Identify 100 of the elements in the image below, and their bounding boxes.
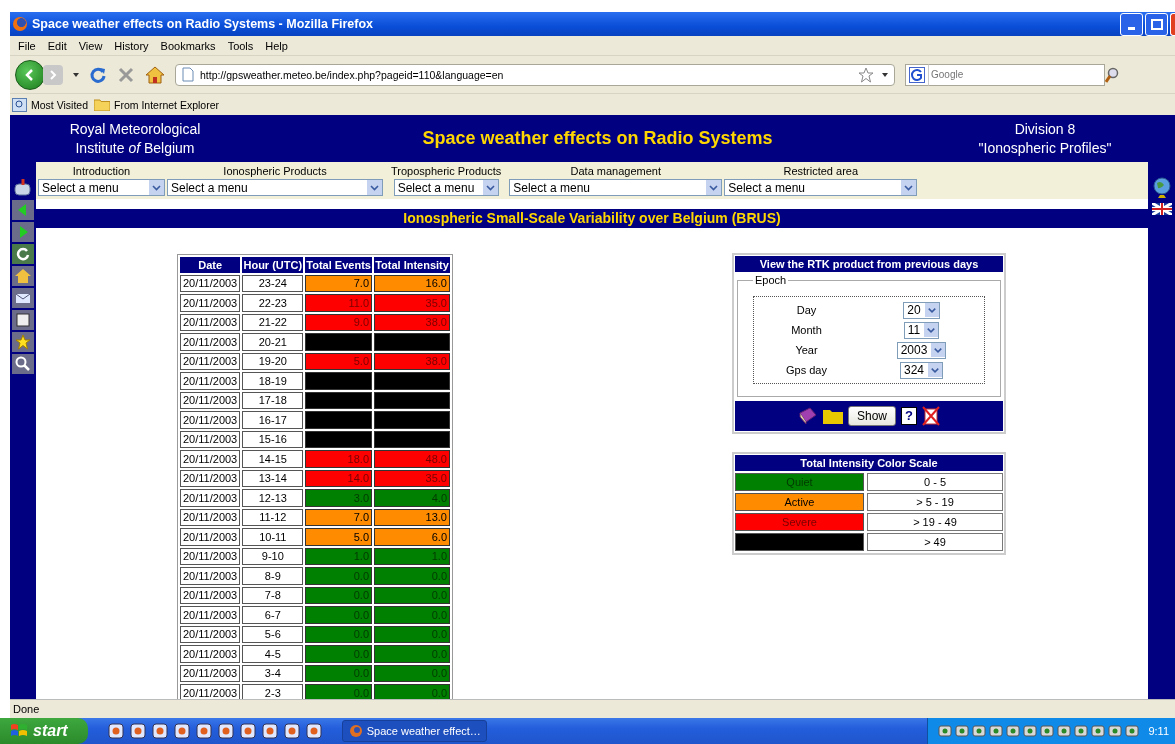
menu-item[interactable]: File xyxy=(12,39,42,52)
column-header: Hour (UTC) xyxy=(242,257,304,273)
menu-label: Restricted area xyxy=(783,164,859,179)
table-cell: 7.0 xyxy=(305,508,372,526)
table-cell: 10-11 xyxy=(242,528,304,546)
search-engine-button[interactable] xyxy=(905,63,929,86)
table-cell: 0.0 xyxy=(374,625,450,643)
address-bar[interactable]: http://gpsweather.meteo.be/index.php?pageid=110&language=en xyxy=(175,63,895,86)
select-field[interactable]: 20 xyxy=(903,301,940,319)
panel-title: View the RTK product from previous days xyxy=(735,256,1003,272)
flag-icon[interactable] xyxy=(1151,203,1172,215)
status-text: Done xyxy=(13,703,40,715)
help-button[interactable]: ? xyxy=(901,407,917,425)
reload-icon[interactable] xyxy=(89,65,107,84)
restore-button[interactable] xyxy=(1145,12,1168,36)
caret-icon xyxy=(924,303,939,317)
division-label: Division 8 xyxy=(1014,119,1076,139)
windows-logo-icon xyxy=(10,723,28,739)
caret-icon xyxy=(367,180,382,195)
dropdown-caret-icon[interactable] xyxy=(73,72,79,77)
menu-item[interactable]: Edit xyxy=(41,39,73,52)
color-swatch: Active xyxy=(735,493,864,511)
clock: 9:11 xyxy=(1148,725,1169,737)
menu-dropdown[interactable]: Select a menu xyxy=(167,179,383,196)
star-icon[interactable] xyxy=(12,332,34,352)
menu-item[interactable]: History xyxy=(108,39,155,52)
menu-dropdown[interactable]: Select a menu xyxy=(38,179,165,196)
caret-icon xyxy=(482,180,498,195)
column-header: Total Intensity xyxy=(374,257,450,273)
table-cell: 0.0 xyxy=(374,645,450,663)
home-icon[interactable] xyxy=(12,266,34,286)
show-button[interactable]: Show xyxy=(848,406,896,426)
range-cell: > 49 xyxy=(867,533,1003,551)
table-cell: 7.0 xyxy=(305,274,372,292)
table-cell: 16-17 xyxy=(242,411,304,429)
menu-item[interactable]: Help xyxy=(259,39,294,52)
range-cell: 0 - 5 xyxy=(867,473,1003,491)
refresh-icon[interactable] xyxy=(12,244,34,264)
table-cell: 35.0 xyxy=(374,469,450,487)
menu-dropdown[interactable]: Select a menu xyxy=(509,179,723,196)
menu-item[interactable]: View xyxy=(72,39,109,52)
start-button[interactable]: start xyxy=(0,718,88,744)
table-cell: 5.0 xyxy=(305,528,372,546)
table-cell: 22-23 xyxy=(242,294,304,312)
column-header: Total Events xyxy=(305,257,372,273)
book-icon[interactable] xyxy=(798,407,818,425)
field-label: Gps day xyxy=(785,364,828,376)
dropdown-caret-icon[interactable] xyxy=(882,72,888,77)
table-cell: 8-9 xyxy=(242,567,304,585)
table-cell: 9-10 xyxy=(242,547,304,565)
menu-dropdown[interactable]: Select a menu xyxy=(393,179,499,196)
bookmark-item[interactable]: From Internet Explorer xyxy=(94,98,220,111)
menu-item[interactable]: Tools xyxy=(221,39,260,52)
caret-icon xyxy=(928,363,942,377)
color-swatch: Quiet xyxy=(735,473,864,491)
minimize-button[interactable] xyxy=(1120,12,1143,36)
table-cell: 19-20 xyxy=(242,352,304,370)
select-field[interactable]: 324 xyxy=(900,361,943,379)
mailbox-icon[interactable] xyxy=(12,176,34,198)
table-cell: 18-19 xyxy=(242,372,304,390)
table-cell: 12-13 xyxy=(242,489,304,507)
field-label: Month xyxy=(790,324,823,336)
cancel-icon[interactable] xyxy=(922,406,940,426)
search-icon[interactable] xyxy=(1105,66,1119,83)
table-cell: 20/11/2003 xyxy=(180,274,241,292)
table-cell: 0.0 xyxy=(305,664,372,682)
search-field[interactable]: Google xyxy=(929,63,1105,86)
table-cell: 4.0 xyxy=(374,489,450,507)
table-cell: 20/11/2003 xyxy=(180,567,241,585)
home-icon[interactable] xyxy=(145,65,165,84)
table-cell: 20/11/2003 xyxy=(180,372,241,390)
section-title: Ionospheric Small-Scale Variability over Belgium (BRUS) xyxy=(36,209,1148,228)
bookmark-item[interactable]: Most Visited xyxy=(12,97,88,112)
folder-icon[interactable] xyxy=(823,408,843,424)
menu-label: Tropospheric Products xyxy=(391,164,502,179)
menu-item[interactable]: Bookmarks xyxy=(154,39,222,52)
table-cell: 0.0 xyxy=(305,586,372,604)
table-cell: 20/11/2003 xyxy=(180,411,241,429)
table-cell: 20-21 xyxy=(242,333,304,351)
table-cell: 38.0 xyxy=(374,352,450,370)
taskbar-window-button[interactable]: Space weather effect… xyxy=(341,720,487,742)
select-field[interactable]: 2003 xyxy=(896,341,947,359)
table-cell: 6-7 xyxy=(242,606,304,624)
table-cell: 0.0 xyxy=(305,684,372,699)
page-icon xyxy=(182,67,194,82)
back-button[interactable] xyxy=(15,59,45,90)
table-cell: 1.0 xyxy=(374,547,450,565)
search-icon[interactable] xyxy=(12,354,34,374)
select-field[interactable]: 11 xyxy=(903,321,940,339)
caret-icon xyxy=(149,180,164,195)
menu-dropdown[interactable]: Select a menu xyxy=(724,179,918,196)
table-cell: 0.0 xyxy=(374,664,450,682)
table-cell: 17-18 xyxy=(242,391,304,409)
column-header: Date xyxy=(180,257,241,273)
table-cell: 21-22 xyxy=(242,313,304,331)
table-cell: 0.0 xyxy=(305,606,372,624)
organization-name: Institute of Belgium xyxy=(75,138,195,158)
table-cell: 7-8 xyxy=(242,586,304,604)
mail-icon[interactable] xyxy=(12,288,34,308)
star-icon[interactable] xyxy=(858,66,874,83)
